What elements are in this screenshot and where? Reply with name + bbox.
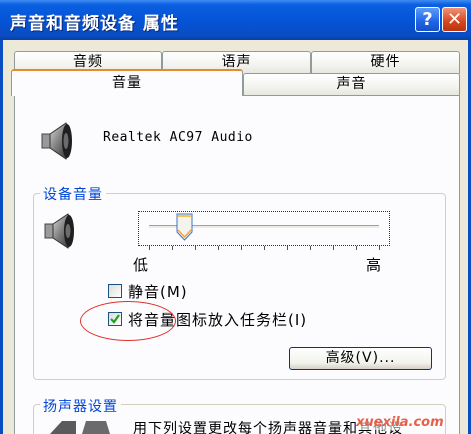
- window-title: 声音和音频设备 属性: [10, 14, 179, 34]
- volume-low-label: 低: [133, 256, 149, 274]
- speakers-icon: [50, 421, 110, 434]
- slider-tick: [333, 246, 334, 250]
- device-volume-group-label: 设备音量: [40, 184, 106, 204]
- speaker-icon: [44, 213, 74, 249]
- slider-tick: [287, 246, 288, 250]
- slider-tick: [172, 246, 173, 250]
- device-name: Realtek AC97 Audio: [103, 130, 253, 145]
- annotation-circle: [80, 301, 176, 341]
- help-button[interactable]: ?: [415, 7, 440, 32]
- tab-sounds[interactable]: 声音: [243, 73, 460, 96]
- slider-tick: [310, 246, 311, 250]
- advanced-button[interactable]: 高级(V)...: [289, 347, 432, 370]
- mute-label: 静音(M): [128, 283, 188, 301]
- speaker-settings-group-label: 扬声器设置: [40, 396, 121, 416]
- close-button[interactable]: ✕: [442, 7, 467, 32]
- slider-tick: [379, 246, 380, 250]
- volume-high-label: 高: [366, 256, 382, 274]
- speaker-icon: [41, 122, 72, 160]
- tab-volume[interactable]: 音量: [11, 69, 243, 96]
- slider-tick: [195, 246, 196, 250]
- slider-tick: [264, 246, 265, 250]
- slider-tick: [356, 246, 357, 250]
- title-bar: 声音和音频设备 属性 ? ✕: [0, 0, 471, 40]
- volume-slider-thumb[interactable]: [176, 213, 193, 241]
- tab-hardware[interactable]: 硬件: [311, 51, 460, 74]
- slider-tick: [149, 246, 150, 250]
- watermark: xuexila.com: [356, 415, 444, 430]
- slider-tick: [218, 246, 219, 250]
- mute-checkbox[interactable]: [108, 284, 122, 298]
- slider-tick: [241, 246, 242, 250]
